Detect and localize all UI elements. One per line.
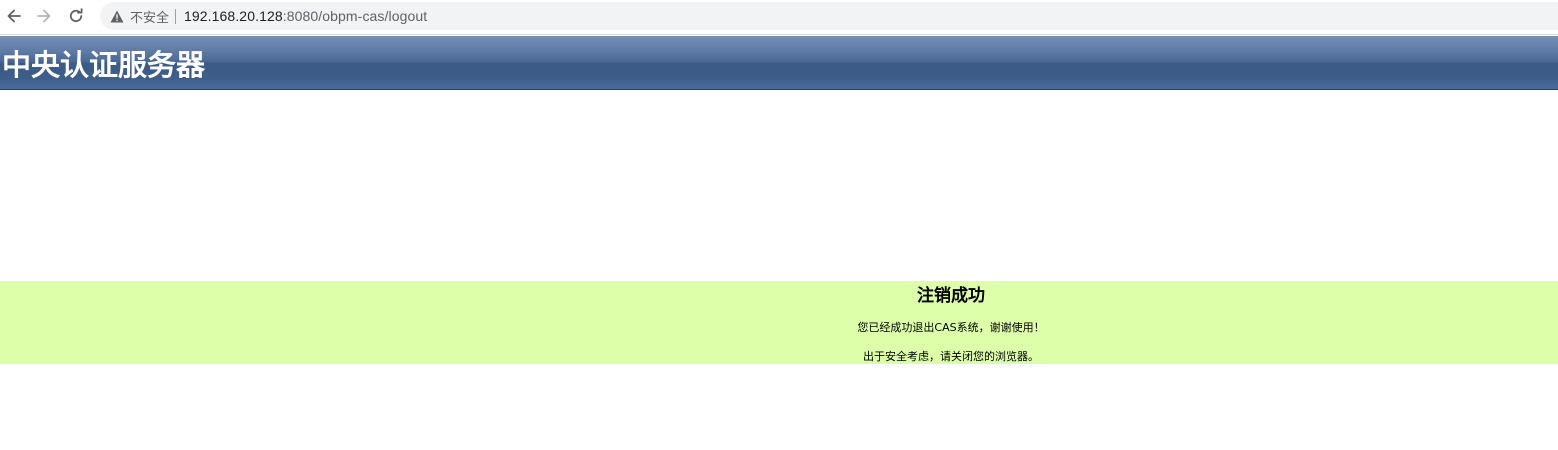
forward-button[interactable] bbox=[31, 3, 57, 29]
logout-message-box: 注销成功 您已经成功退出CAS系统，谢谢使用！ 出于安全考虑，请关闭您的浏览器。 bbox=[0, 281, 1558, 364]
address-separator bbox=[175, 8, 177, 24]
page-title: 中央认证服务器 bbox=[2, 48, 206, 82]
warning-triangle-icon[interactable] bbox=[109, 8, 125, 24]
back-arrow-icon bbox=[7, 9, 21, 23]
browser-toolbar: 不安全 192.168.20.128:8080/obpm-cas/logout bbox=[0, 0, 1558, 35]
logout-title: 注销成功 bbox=[917, 286, 985, 306]
url-path: :8080/obpm-cas/logout bbox=[282, 8, 428, 24]
back-button[interactable] bbox=[1, 3, 27, 29]
reload-button[interactable] bbox=[63, 3, 89, 29]
page-header-banner: 中央认证服务器 bbox=[0, 36, 1558, 90]
logout-message-success: 您已经成功退出CAS系统，谢谢使用！ bbox=[857, 321, 1045, 334]
reload-icon bbox=[69, 8, 83, 23]
url-host: 192.168.20.128 bbox=[184, 8, 283, 24]
forward-arrow-icon bbox=[37, 9, 51, 23]
security-status-label[interactable]: 不安全 bbox=[130, 7, 169, 26]
address-bar[interactable]: 不安全 192.168.20.128:8080/obpm-cas/logout bbox=[100, 2, 1558, 30]
logout-message-close-browser: 出于安全考虑，请关闭您的浏览器。 bbox=[863, 350, 1039, 363]
url-text[interactable]: 192.168.20.128:8080/obpm-cas/logout bbox=[184, 8, 427, 24]
